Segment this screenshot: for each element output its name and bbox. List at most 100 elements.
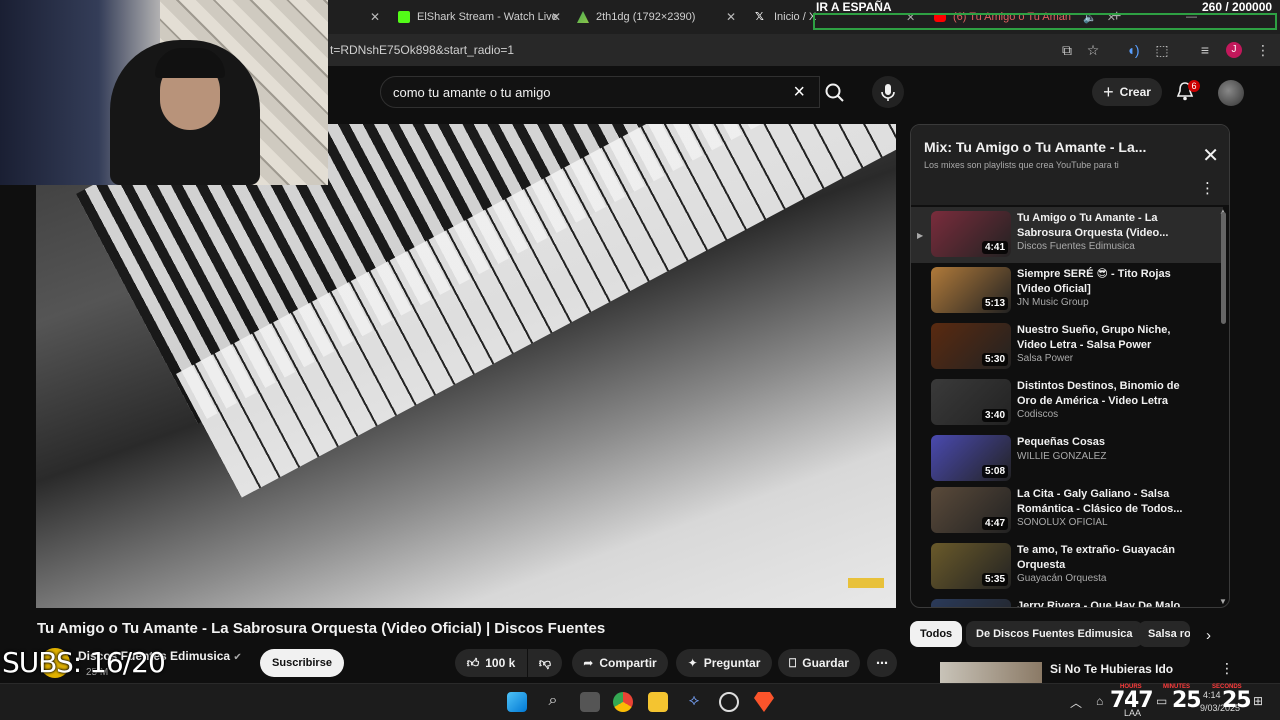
playlist-item-title[interactable]: Pequeñas Cosas [1017, 435, 1185, 450]
playlist-header: Mix: Tu Amigo o Tu Amante - La... Los mi… [911, 125, 1229, 205]
overlay-counter: 260 / 200000 [1202, 0, 1273, 14]
chrome-icon[interactable] [613, 692, 633, 712]
tab-close-icon[interactable]: ✕ [726, 4, 736, 30]
video-duration: 5:30 [981, 353, 1008, 366]
playlist-item-title[interactable]: Te amo, Te extraño- Guayacán Orquesta [1017, 543, 1185, 573]
playlist-thumbnail[interactable]: 3:40 [931, 379, 1011, 425]
playlist-thumbnail[interactable]: 4:47 [931, 487, 1011, 533]
browser-menu-icon[interactable]: ⋮ [1255, 42, 1271, 58]
recommendation-thumbnail[interactable] [940, 662, 1042, 684]
playlist-menu-icon[interactable]: ⋮ [1200, 179, 1215, 197]
playlist-item-title[interactable]: Siempre SERÉ 😎 - Tito Rojas [Video Ofici… [1017, 267, 1185, 297]
tab-image[interactable]: 2th1dg (1792×2390) [577, 4, 695, 30]
thumbs-up-icon: 👍︎ [466, 655, 480, 670]
more-actions-button[interactable]: ⋯ [867, 649, 897, 677]
playlist-item[interactable]: 3:40 Distintos Destinos, Binomio de Oro d… [911, 375, 1223, 431]
playlist-item[interactable]: Jerry Rivera - Que Hay De Malo [911, 595, 1223, 607]
clear-search-icon[interactable]: × [793, 81, 805, 104]
playlist-thumbnail[interactable] [931, 599, 1011, 607]
share-label: Compartir [599, 656, 657, 670]
cast-icon[interactable]: ⧉ [1059, 42, 1075, 58]
extensions-icon[interactable]: ⬚ [1154, 42, 1170, 58]
tray-chevron-icon[interactable]: ︿ [1070, 694, 1082, 711]
playlist-item-title[interactable]: La Cita - Galy Galiano - Salsa Romántica… [1017, 487, 1185, 517]
playlist-item-channel: Guayacán Orquesta [1017, 573, 1107, 584]
verified-icon: ✔ [233, 652, 242, 663]
tab-elshark[interactable]: ElShark Stream - Watch Live [398, 4, 558, 30]
voice-search-button[interactable] [872, 76, 904, 108]
subscribe-button[interactable]: Suscribirse [260, 649, 344, 677]
recommendation-title[interactable]: Si No Te Hubieras Ido [1050, 662, 1173, 676]
search-box[interactable]: como tu amante o tu amigo × [380, 76, 820, 108]
file-explorer-icon[interactable] [648, 692, 668, 712]
chevron-right-icon[interactable]: › [1206, 627, 1211, 644]
share-button[interactable]: ➦ Compartir [572, 649, 668, 677]
tab-close-icon[interactable]: ✕ [551, 4, 561, 30]
playlist-item[interactable]: 5:08 Pequeñas Cosas WILLIE GONZALEZ [911, 431, 1223, 487]
close-icon[interactable]: ✕ [1202, 143, 1219, 168]
tab-label: 2th1dg (1792×2390) [596, 11, 696, 23]
like-button[interactable]: 👍︎ 100 k [455, 649, 527, 677]
playlist-thumbnail[interactable]: 5:08 [931, 435, 1011, 481]
tab-x[interactable]: 𝕏 Inicio / X [755, 4, 816, 30]
search-button[interactable] [816, 76, 854, 108]
recommendation-menu-icon[interactable]: ⋮ [1220, 660, 1234, 677]
notification-center-icon[interactable]: ⊞ [1253, 694, 1263, 708]
search-icon [825, 83, 844, 102]
display-icon[interactable]: ▭ [1156, 694, 1167, 708]
ask-button[interactable]: ✦ Preguntar [676, 649, 772, 677]
app-icon[interactable]: ⟡ [684, 692, 704, 712]
playlist-item[interactable]: ▶ 4:41 Tu Amigo o Tu Amante - La Sabrosura… [911, 207, 1223, 263]
playlist-item[interactable]: 5:30 Nuestro Sueño, Grupo Niche, Video Le… [911, 319, 1223, 375]
playlist-scrollbar[interactable] [1221, 212, 1226, 324]
media-control-icon[interactable]: ≡ [1197, 42, 1213, 58]
mix-playlist-panel: Mix: Tu Amigo o Tu Amante - La... Los mi… [910, 124, 1230, 608]
windows-taskbar: ⌕ ⟡ ︿ ⌂ HOURS MINUTES SECONDS 7 47 ▭ 25 … [0, 683, 1280, 720]
video-duration: 5:35 [981, 573, 1008, 586]
playlist-thumbnail[interactable]: 4:41 [931, 211, 1011, 257]
windows-start-icon[interactable] [507, 692, 527, 712]
scroll-down-icon[interactable]: ▼ [1219, 597, 1227, 606]
playlist-item-title[interactable]: Jerry Rivera - Que Hay De Malo [1017, 599, 1185, 607]
playlist-item[interactable]: 4:47 La Cita - Galy Galiano - Salsa Román… [911, 483, 1223, 539]
video-player[interactable] [36, 124, 896, 608]
bookmark-star-icon[interactable]: ☆ [1085, 42, 1101, 58]
chip-salsa[interactable]: Salsa ro [1138, 621, 1190, 647]
account-avatar[interactable] [1218, 80, 1244, 106]
playlist-item-channel: Codiscos [1017, 409, 1059, 420]
chip-todos[interactable]: Todos [910, 621, 963, 647]
playlist-item[interactable]: 5:35 Te amo, Te extraño- Guayacán Orquest… [911, 539, 1223, 595]
playlist-thumbnail[interactable]: 5:30 [931, 323, 1011, 369]
dislike-button[interactable]: 👎︎ [528, 649, 562, 677]
network-icon[interactable]: ⌂ [1096, 694, 1103, 708]
task-view-icon[interactable] [580, 692, 600, 712]
image-icon [577, 11, 589, 23]
obs-icon[interactable] [719, 692, 739, 712]
create-button[interactable]: + Crear [1092, 78, 1162, 106]
audio-extension-icon[interactable]: ◖) [1125, 42, 1141, 58]
playlist-item[interactable]: 5:13 Siempre SERÉ 😎 - Tito Rojas [Video O… [911, 263, 1223, 319]
playlist-title[interactable]: Mix: Tu Amigo o Tu Amante - La... [924, 139, 1146, 155]
system-time[interactable]: 4:14 [1203, 690, 1221, 700]
search-icon[interactable]: ⌕ [543, 692, 563, 712]
video-duration: 5:13 [981, 297, 1008, 310]
playlist-thumbnail[interactable]: 5:35 [931, 543, 1011, 589]
search-input[interactable]: como tu amante o tu amigo [393, 85, 551, 100]
playlist-thumbnail[interactable]: 5:13 [931, 267, 1011, 313]
address-bar[interactable]: t=RDNshE75Ok898&start_radio=1 [330, 43, 514, 57]
tab-close-icon[interactable]: ✕ [370, 4, 380, 30]
brave-icon[interactable] [754, 692, 774, 712]
overlay-title: IR A ESPAÑA [816, 0, 892, 14]
clock-hours: 7 [1110, 688, 1125, 713]
playlist-subtitle: Los mixes son playlists que crea YouTube… [924, 160, 1119, 170]
profile-avatar[interactable]: J [1226, 42, 1242, 58]
video-duration: 4:41 [981, 241, 1008, 254]
subs-goal-overlay: SUBS: 16/20 [2, 646, 166, 679]
playlist-item-title[interactable]: Nuestro Sueño, Grupo Niche, Video Letra … [1017, 323, 1185, 353]
now-playing-icon: ▶ [917, 231, 924, 240]
playlist-item-title[interactable]: Tu Amigo o Tu Amante - La Sabrosura Orqu… [1017, 211, 1185, 241]
chip-channel[interactable]: De Discos Fuentes Edimusica [966, 621, 1143, 647]
tab-label: ElShark Stream - Watch Live [417, 11, 558, 23]
playlist-item-title[interactable]: Distintos Destinos, Binomio de Oro de Am… [1017, 379, 1185, 409]
save-button[interactable]: ⎕ Guardar [778, 649, 860, 677]
